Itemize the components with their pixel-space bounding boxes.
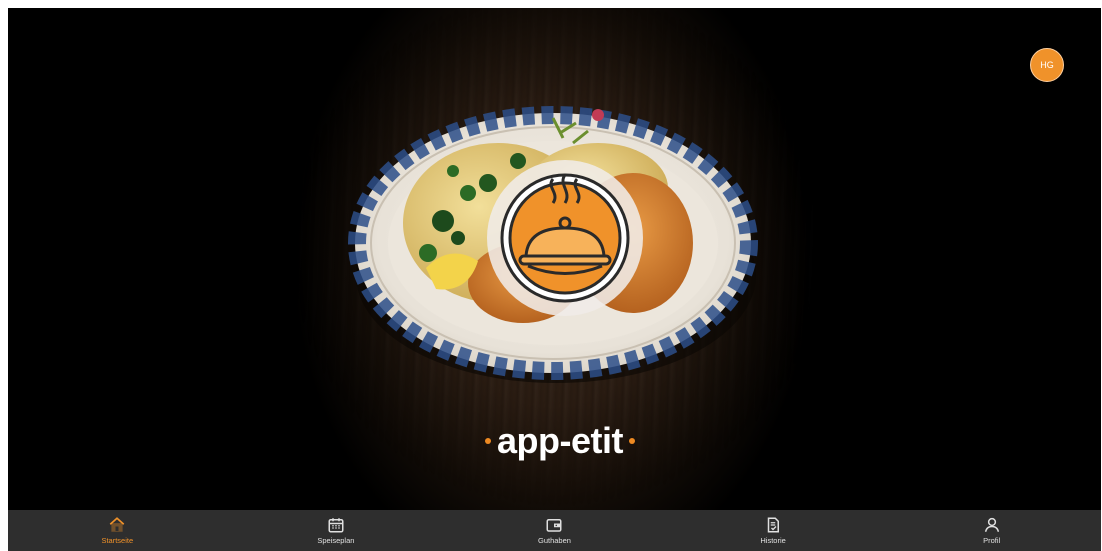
nav-label: Startseite (101, 536, 134, 545)
covered-dish-icon (500, 173, 630, 303)
nav-label: Profil (983, 536, 1001, 545)
nav-label: Historie (760, 536, 786, 545)
brand-dot-right (629, 438, 635, 444)
app-frame: app-etit HG Startseite Speiseplan Guthab… (8, 8, 1101, 551)
nav-item-speiseplan[interactable]: Speiseplan (227, 510, 446, 551)
brand-logo: app-etit (460, 416, 660, 466)
user-icon (984, 517, 999, 532)
nav-item-profil[interactable]: Profil (882, 510, 1101, 551)
brand-dot-left (485, 438, 491, 444)
brand-name: app-etit (497, 420, 624, 461)
nav-item-startseite[interactable]: Startseite (8, 510, 227, 551)
calendar-icon (328, 518, 344, 533)
nav-item-historie[interactable]: Historie (664, 510, 883, 551)
app-logo-badge (487, 160, 643, 316)
nav-label: Guthaben (538, 536, 571, 545)
nav-label: Speiseplan (317, 536, 355, 545)
wallet-icon (546, 519, 562, 532)
user-avatar[interactable]: HG (1030, 48, 1064, 82)
home-icon (109, 517, 125, 532)
bottom-navigation: Startseite Speiseplan Guthaben Historie … (8, 510, 1101, 551)
hero-banner: app-etit HG (8, 8, 1101, 510)
history-document-icon (767, 517, 780, 533)
nav-item-guthaben[interactable]: Guthaben (445, 510, 664, 551)
